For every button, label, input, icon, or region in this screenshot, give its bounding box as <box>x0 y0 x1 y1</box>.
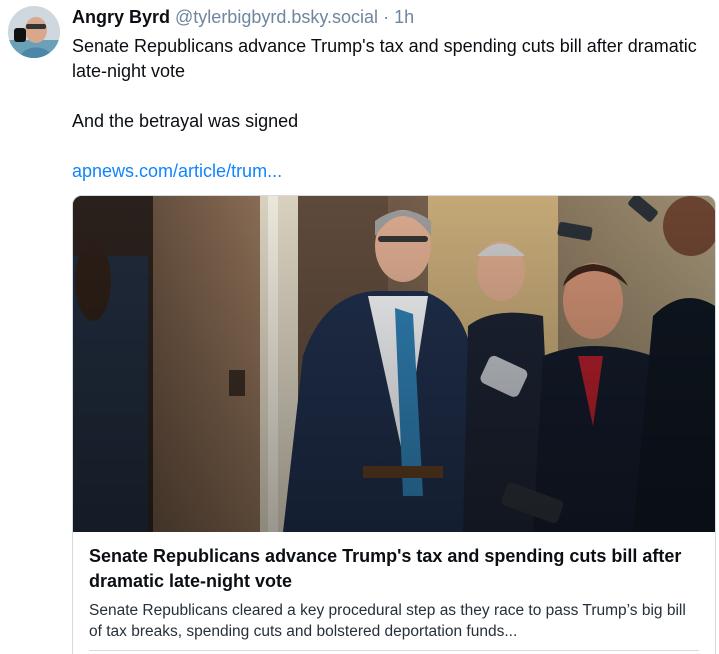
post-text: Senate Republicans advance Trump's tax a… <box>72 34 713 184</box>
meta-separator: · <box>383 7 390 27</box>
avatar[interactable] <box>8 6 60 58</box>
post-timestamp[interactable]: 1h <box>394 7 414 27</box>
author-handle[interactable]: @tylerbigbyrd.bsky.social <box>175 7 378 27</box>
post-link[interactable]: apnews.com/article/trum... <box>72 161 282 181</box>
avatar-image <box>8 6 60 58</box>
link-preview-title[interactable]: Senate Republicans advance Trump's tax a… <box>89 544 699 594</box>
link-preview-card[interactable]: Senate Republicans advance Trump's tax a… <box>72 195 716 654</box>
author-display-name[interactable]: Angry Byrd <box>72 7 170 27</box>
post-item[interactable]: Angry Byrd @tylerbigbyrd.bsky.social · 1… <box>0 0 719 654</box>
link-preview-description: Senate Republicans cleared a key procedu… <box>89 602 686 640</box>
card-divider <box>89 650 699 651</box>
link-preview-image[interactable] <box>73 196 715 532</box>
post-text-line-1: Senate Republicans advance Trump's tax a… <box>72 36 697 81</box>
post-text-line-2: And the betrayal was signed <box>72 111 299 131</box>
post-meta: Angry Byrd @tylerbigbyrd.bsky.social · 1… <box>72 4 713 30</box>
